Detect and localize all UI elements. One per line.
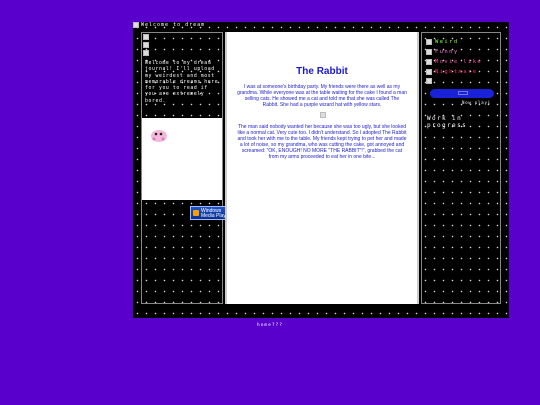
nav-item-label: Weird (435, 39, 459, 45)
broken-image-icon (143, 50, 149, 56)
frame-title: Welcome to dream (133, 22, 205, 28)
broken-image-icon (426, 39, 432, 45)
pokemon-description: Munna (Japanese: ムンナ Munna) is a Psychic… (150, 149, 221, 197)
now-playing-label: Now playi (462, 100, 491, 105)
broken-image-icon (426, 49, 432, 55)
broken-image-icon (426, 59, 432, 65)
nav-item-label: Movie like (435, 59, 483, 65)
broken-image-icon (320, 112, 326, 118)
munna-image (151, 130, 167, 142)
right-sidebar: Weird Funny Movie like Nightmare Now pla… (421, 32, 501, 304)
work-in-progress-text: Work in progress (427, 115, 468, 129)
music-player[interactable] (430, 89, 494, 98)
left-sidebar: Welcome to my dream journal! I'll upload… (141, 32, 232, 304)
story-paragraph: The man said nobody wanted her because s… (237, 124, 407, 160)
broken-image-icon (426, 78, 432, 84)
nav-item-label: Nightmare (435, 69, 478, 75)
nav-item-movie-like[interactable]: Movie like (426, 58, 482, 66)
nav-item-nightmare[interactable]: Nightmare (426, 68, 482, 76)
broken-image-icon (143, 42, 149, 48)
broken-image-icon (426, 69, 432, 75)
main-frame: Welcome to dream Welcome to my dream jou… (133, 22, 509, 318)
intro-text: Welcome to my dream journal! I'll upload… (145, 61, 219, 104)
nav-item-label: Funny (435, 49, 459, 55)
nav-item-weird[interactable]: Weird (426, 38, 482, 46)
broken-image-icon (143, 34, 149, 40)
media-player-icon (193, 210, 199, 216)
story-panel: The Rabbit I was at someone's birthday p… (225, 32, 419, 304)
play-icon[interactable] (458, 91, 468, 95)
home-link[interactable]: home??? (0, 323, 540, 328)
nav-item-funny[interactable]: Funny (426, 48, 482, 56)
category-nav: Weird Funny Movie like Nightmare (426, 38, 482, 76)
story-title: The Rabbit (296, 66, 348, 77)
broken-image-icon (133, 22, 139, 28)
story-paragraph: I was at someone's birthday party. My fr… (237, 84, 407, 108)
frame-title-text: Welcome to dream (141, 22, 206, 28)
